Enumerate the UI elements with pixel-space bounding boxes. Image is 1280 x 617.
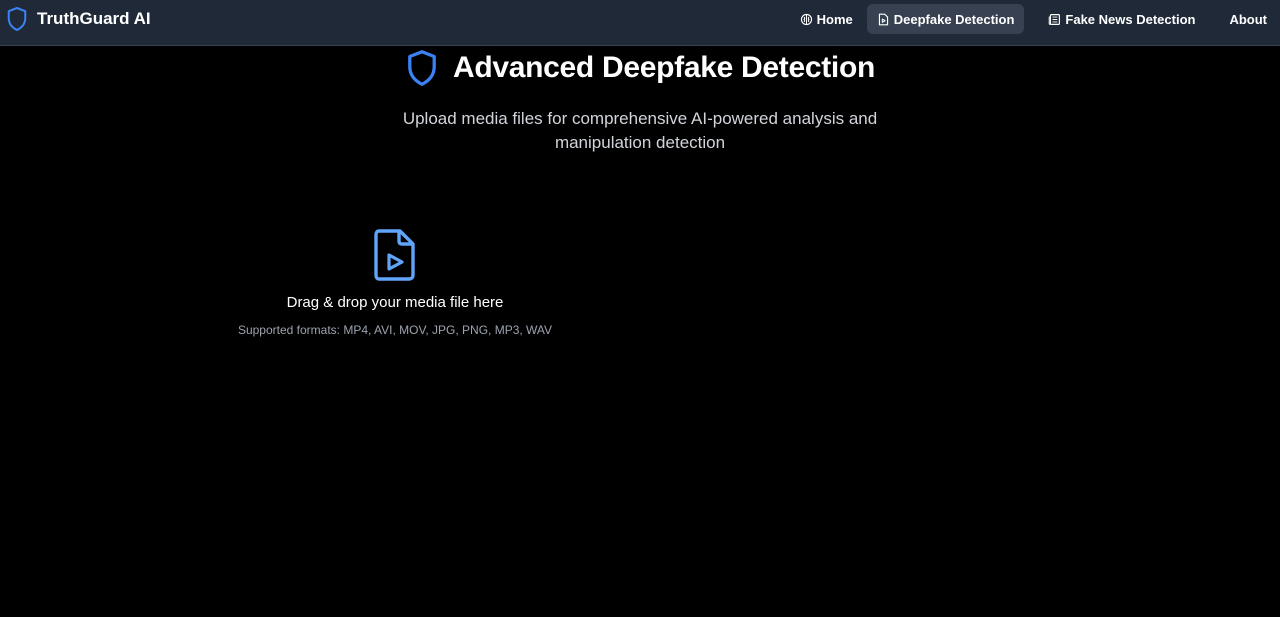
file-video-icon — [878, 13, 888, 25]
nav-item-fake-news-detection[interactable]: Fake News Detection — [1038, 4, 1205, 34]
nav-item-label: Home — [816, 11, 853, 27]
nav-item-label: Deepfake Detection — [893, 11, 1015, 27]
brand-logo[interactable]: TruthGuard AI — [6, 6, 151, 32]
page-title: Advanced Deepfake Detection — [452, 51, 876, 84]
nav-item-about[interactable]: About — [1219, 4, 1271, 34]
top-navbar: TruthGuard AI Home Deepfake Detection Fa… — [0, 0, 1280, 46]
newspaper-icon — [1049, 13, 1061, 25]
nav-item-label: About — [1229, 11, 1267, 27]
shield-icon — [408, 50, 436, 86]
page-subtitle: Upload media files for comprehensive AI-… — [402, 109, 878, 152]
brand-name: TruthGuard AI — [37, 9, 151, 28]
nav-links: Home Deepfake Detection Fake News Detect… — [786, 4, 1271, 34]
hero-heading: Advanced Deepfake Detection — [0, 46, 1280, 90]
supported-formats-text: Supported formats: MP4, AVI, MOV, JPG, P… — [237, 323, 553, 337]
dropzone-title: Drag & drop your media file here — [286, 294, 504, 311]
brain-icon — [800, 13, 812, 25]
nav-item-home[interactable]: Home — [790, 4, 863, 34]
nav-item-label: Fake News Detection — [1065, 11, 1196, 27]
shield-icon — [7, 6, 27, 32]
nav-item-deepfake-detection[interactable]: Deepfake Detection — [866, 4, 1025, 34]
file-video-icon — [374, 229, 415, 281]
media-upload-dropzone[interactable]: Drag & drop your media file here Support… — [220, 220, 570, 360]
